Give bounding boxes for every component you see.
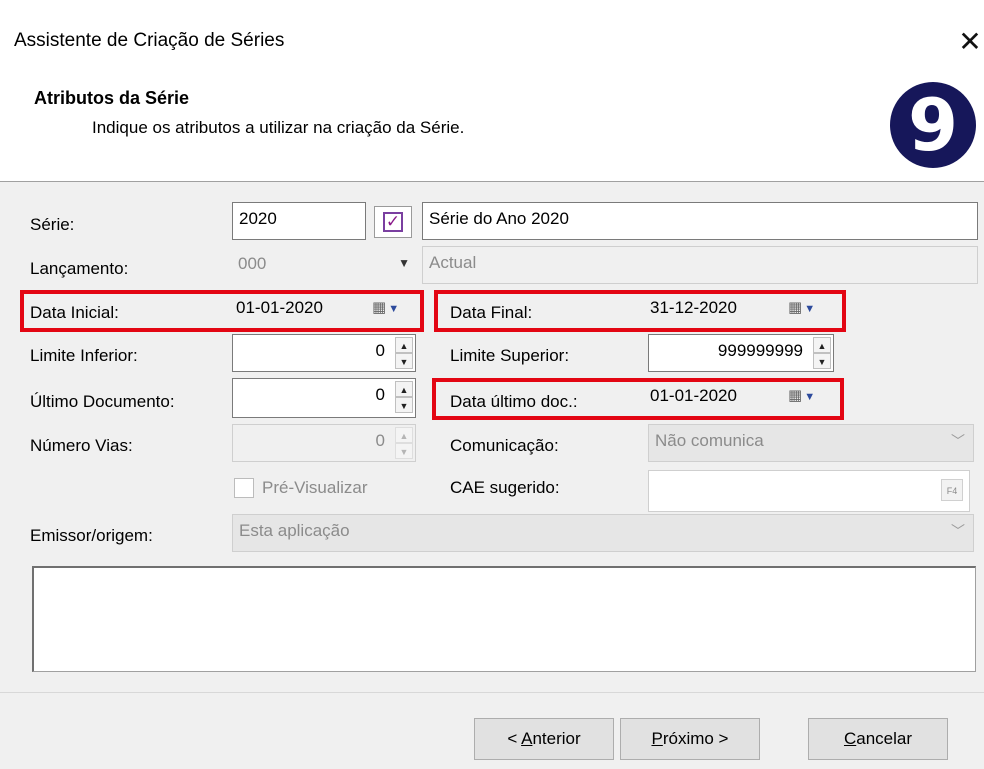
calendar-icon[interactable]: ▦ ▼	[372, 298, 406, 322]
emissor-origem-select: Esta aplicação ﹀	[232, 514, 974, 552]
data-inicial-label: Data Inicial:	[30, 303, 119, 322]
limite-inferior-spinner[interactable]: ▲ ▼	[395, 337, 413, 369]
serie-active-checkbox[interactable]: ✓	[374, 206, 412, 238]
previous-button-label: nterior	[532, 729, 581, 748]
window-title: Assistente de Criação de Séries	[14, 30, 285, 51]
spin-up-icon: ▲	[395, 427, 413, 443]
lancamento-label: Lançamento:	[30, 259, 129, 278]
page-subtitle: Indique os atributos a utilizar na criaç…	[92, 118, 465, 137]
dropdown-arrow-icon: ▼	[398, 256, 410, 270]
limite-superior-value: 999999999	[717, 341, 803, 360]
serie-label: Série:	[30, 215, 75, 234]
previous-button-mnemonic: A	[521, 729, 533, 748]
ultimo-documento-input[interactable]: 0 ▲ ▼	[232, 378, 416, 418]
numero-vias-spinner: ▲ ▼	[395, 427, 413, 459]
comunicacao-select: Não comunica ﹀	[648, 424, 974, 462]
calendar-icon[interactable]: ▦ ▼	[788, 386, 822, 410]
limite-inferior-input[interactable]: 0 ▲ ▼	[232, 334, 416, 372]
app-logo: 9	[890, 82, 976, 168]
cancel-button-mnemonic: C	[843, 729, 857, 748]
close-icon[interactable]: ✕	[950, 22, 984, 62]
cancel-button-label: ancelar	[856, 729, 913, 748]
data-ultimo-doc-field[interactable]: 01-01-2020 ▦ ▼	[648, 380, 838, 418]
lancamento-select: 000 ▼	[232, 248, 418, 286]
pre-visualizar-label: Pré-Visualizar	[262, 478, 368, 497]
numero-vias-input: 0 ▲ ▼	[232, 424, 416, 462]
notes-textarea[interactable]	[32, 566, 976, 672]
ultimo-documento-value: 0	[375, 385, 385, 404]
spin-down-icon[interactable]: ▼	[813, 353, 831, 369]
data-final-field[interactable]: 31-12-2020 ▦ ▼	[648, 292, 838, 330]
data-inicial-field[interactable]: 01-01-2020 ▦ ▼	[232, 292, 418, 330]
chevron-down-icon: ﹀	[951, 523, 965, 539]
ultimo-documento-spinner[interactable]: ▲ ▼	[395, 381, 413, 413]
spin-up-icon[interactable]: ▲	[813, 337, 831, 353]
page-title: Atributos da Série	[34, 88, 190, 108]
emissor-origem-value: Esta aplicação	[239, 521, 350, 540]
previous-button-prefix: <	[507, 729, 522, 748]
checkmark-icon: ✓	[383, 212, 403, 232]
previous-button[interactable]: < Anterior	[474, 718, 614, 760]
pre-visualizar-checkbox	[234, 478, 254, 498]
cae-sugerido-input[interactable]: F4	[648, 470, 970, 512]
spin-up-icon[interactable]: ▲	[395, 381, 413, 397]
lancamento-value: 000	[238, 254, 267, 273]
data-inicial-value: 01-01-2020	[236, 298, 323, 317]
next-button[interactable]: Próximo >	[620, 718, 760, 760]
calendar-icon[interactable]: ▦ ▼	[788, 298, 822, 322]
data-final-label: Data Final:	[450, 303, 533, 322]
lookup-icon[interactable]: F4	[941, 479, 963, 501]
comunicacao-label: Comunicação:	[450, 436, 559, 455]
data-ultimo-doc-label: Data último doc.:	[450, 392, 578, 411]
emissor-origem-label: Emissor/origem:	[30, 526, 153, 545]
numero-vias-label: Número Vias:	[30, 436, 133, 455]
footer-divider	[0, 692, 984, 693]
spin-down-icon[interactable]: ▼	[395, 353, 413, 369]
numero-vias-value: 0	[375, 431, 385, 450]
next-button-mnemonic: P	[651, 729, 663, 748]
comunicacao-value: Não comunica	[655, 431, 764, 450]
next-button-label: róximo >	[662, 729, 729, 748]
limite-inferior-value: 0	[375, 341, 385, 360]
limite-inferior-label: Limite Inferior:	[30, 346, 138, 365]
ultimo-documento-label: Último Documento:	[30, 392, 175, 411]
data-ultimo-doc-value: 01-01-2020	[650, 386, 737, 405]
lancamento-description: Actual	[422, 246, 978, 284]
cancel-button[interactable]: Cancelar	[808, 718, 948, 760]
spin-down-icon[interactable]: ▼	[395, 397, 413, 413]
limite-superior-input[interactable]: 999999999 ▲ ▼	[648, 334, 834, 372]
spin-down-icon: ▼	[395, 443, 413, 459]
data-final-value: 31-12-2020	[650, 298, 737, 317]
limite-superior-label: Limite Superior:	[450, 346, 570, 365]
serie-description-input[interactable]: Série do Ano 2020	[422, 202, 978, 240]
cae-sugerido-label: CAE sugerido:	[450, 478, 560, 497]
spin-up-icon[interactable]: ▲	[395, 337, 413, 353]
chevron-down-icon: ﹀	[951, 433, 965, 449]
limite-superior-spinner[interactable]: ▲ ▼	[813, 337, 831, 369]
serie-code-input[interactable]: 2020	[232, 202, 366, 240]
